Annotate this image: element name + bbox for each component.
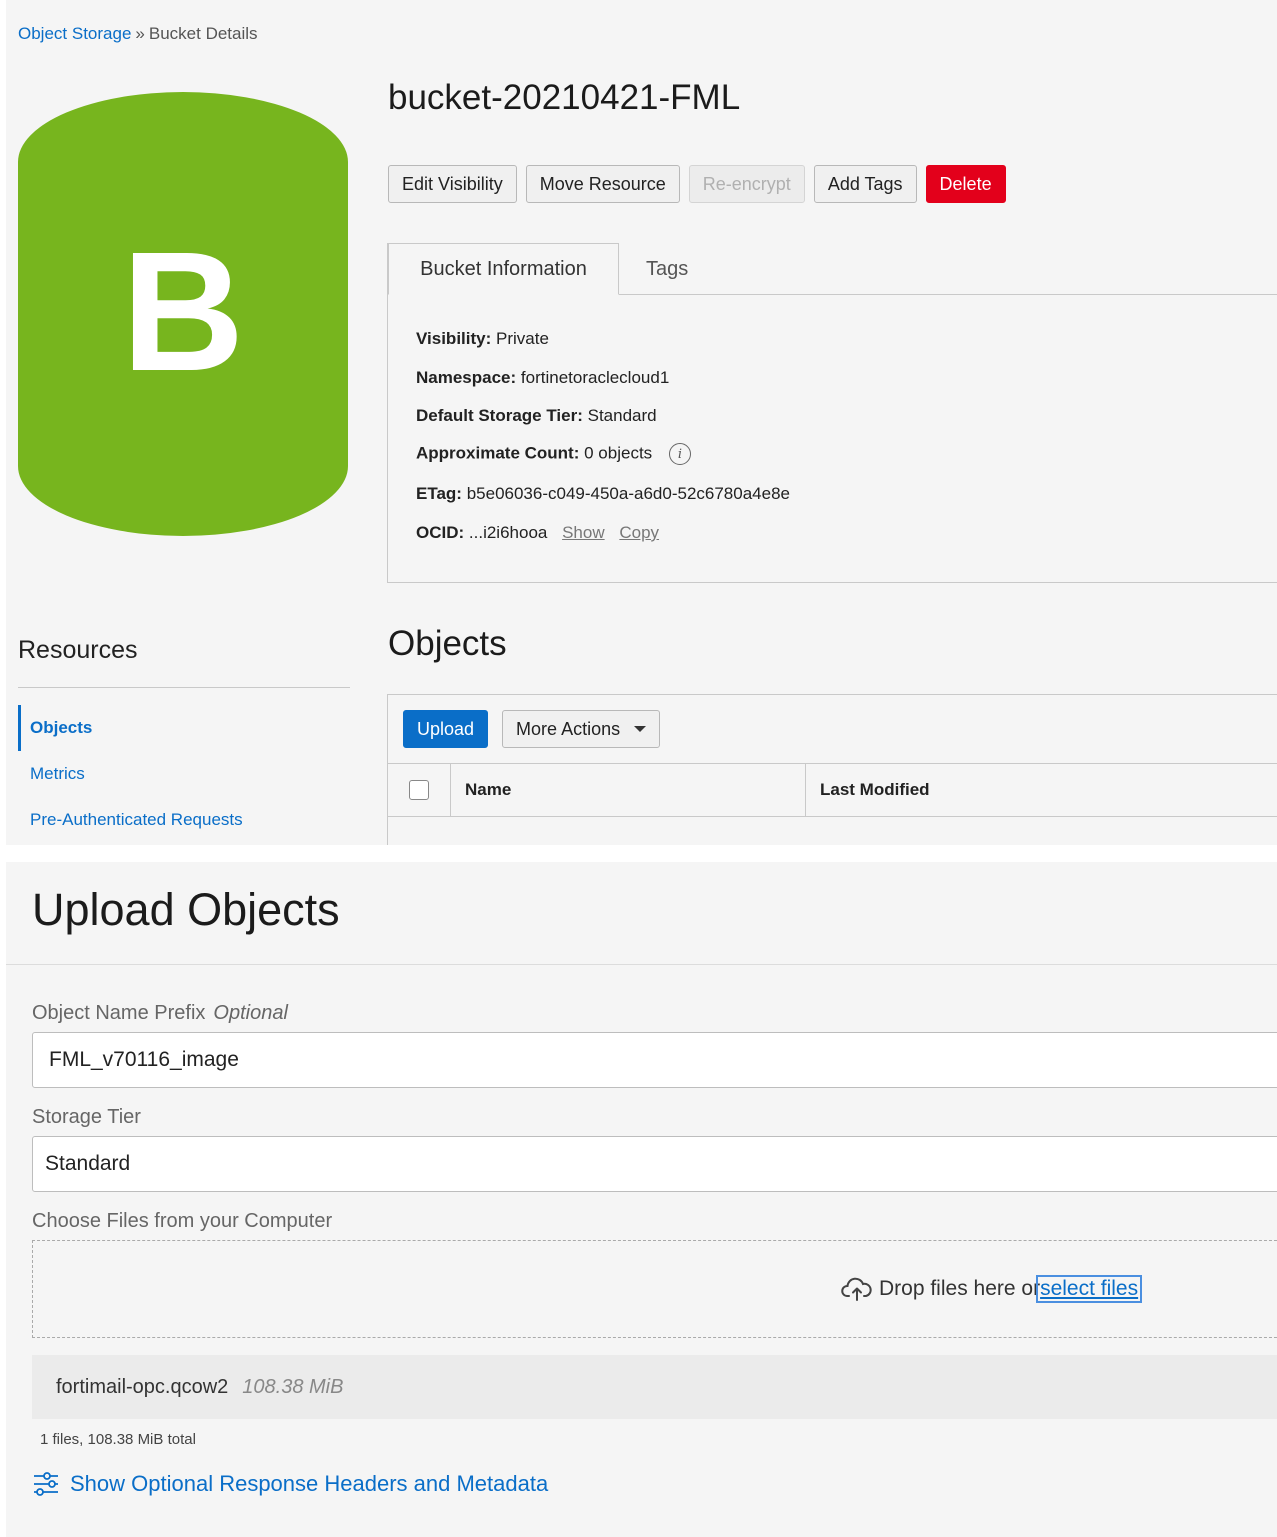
objects-table-box: Upload More Actions Name Last Modified — [387, 694, 1277, 845]
show-optional-headers-link[interactable]: Show Optional Response Headers and Metad… — [32, 1470, 548, 1498]
objects-title: Objects — [388, 624, 507, 663]
page-title: bucket-20210421-FML — [388, 78, 741, 117]
breadcrumb-object-storage-link[interactable]: Object Storage — [18, 24, 131, 43]
storage-tier-label: Default Storage Tier: — [416, 406, 583, 425]
breadcrumb-separator: » — [135, 24, 145, 43]
prefix-optional-text: Optional — [213, 1002, 288, 1024]
resources-item-pre-authenticated-requests[interactable]: Pre-Authenticated Requests — [18, 797, 350, 843]
etag-label: ETag: — [416, 484, 462, 503]
resources-item-objects[interactable]: Objects — [18, 705, 350, 751]
approximate-count-value: 0 objects — [584, 443, 653, 463]
etag-value: b5e06036-c049-450a-a6d0-52c6780a4e8e — [466, 484, 790, 503]
drop-zone-content: Drop files here or select files — [841, 1275, 1143, 1303]
resources-title: Resources — [18, 636, 138, 664]
breadcrumb-current: Bucket Details — [148, 24, 258, 43]
etag-row: ETag: b5e06036-c049-450a-a6d0-52c6780a4e… — [416, 484, 790, 504]
storage-tier-selected-value: Standard — [45, 1152, 131, 1175]
show-optional-headers-label: Show Optional Response Headers and Metad… — [70, 1471, 549, 1496]
ocid-show-link[interactable]: Show — [562, 523, 605, 542]
prefix-label-text: Object Name Prefix — [32, 1002, 206, 1024]
selected-file-row: fortimail-opc.qcow2 108.38 MiB — [32, 1355, 1277, 1419]
ocid-copy-link[interactable]: Copy — [619, 523, 659, 542]
namespace-value: fortinetoraclecloud1 — [520, 368, 670, 387]
storage-tier-row: Default Storage Tier: Standard — [416, 406, 657, 426]
namespace-row: Namespace: fortinetoraclecloud1 — [416, 368, 669, 388]
column-divider — [805, 764, 806, 816]
selected-file-name: fortimail-opc.qcow2 — [56, 1375, 229, 1398]
reencrypt-button: Re-encrypt — [688, 165, 805, 203]
column-header-last-modified[interactable]: Last Modified — [820, 780, 930, 800]
drop-files-text: Drop files here or — [879, 1277, 1041, 1300]
visibility-label: Visibility: — [416, 329, 492, 348]
add-tags-button[interactable]: Add Tags — [813, 165, 917, 203]
bucket-actions: Edit Visibility Move Resource Re-encrypt… — [388, 165, 1006, 203]
column-divider — [450, 764, 451, 816]
namespace-label: Namespace: — [416, 368, 517, 387]
select-all-checkbox[interactable] — [409, 780, 429, 800]
upload-button-label: Upload — [417, 718, 475, 739]
approximate-count-label: Approximate Count: — [416, 443, 580, 463]
choose-files-label: Choose Files from your Computer — [32, 1210, 333, 1232]
info-icon[interactable]: i — [668, 443, 691, 465]
visibility-row: Visibility: Private — [416, 329, 549, 349]
ocid-label: OCID: — [416, 523, 465, 542]
visibility-value: Private — [496, 329, 549, 348]
caret-down-icon — [634, 726, 647, 732]
tab-bucket-information[interactable]: Bucket Information — [388, 243, 619, 295]
selected-file-size: 108.38 MiB — [242, 1375, 344, 1398]
cloud-upload-icon — [841, 1277, 872, 1301]
column-header-name[interactable]: Name — [465, 780, 511, 800]
file-drop-zone[interactable]: Drop files here or select files — [32, 1240, 1277, 1338]
more-actions-button[interactable]: More Actions — [502, 710, 661, 748]
ocid-value: ...i2i6hooa — [468, 523, 548, 542]
select-files-link[interactable]: select files — [1036, 1275, 1143, 1303]
bucket-letter: B — [122, 217, 245, 407]
bucket-information-box: Bucket Information Tags Visibility: Priv… — [387, 243, 1277, 583]
breadcrumb: Object Storage» Bucket Details — [18, 24, 258, 44]
resources-nav: Objects Metrics Pre-Authenticated Reques… — [18, 705, 350, 843]
upload-title-divider — [6, 964, 1277, 965]
bucket-icon: B — [18, 92, 348, 536]
object-name-prefix-input[interactable] — [32, 1032, 1277, 1088]
objects-toolbar: Upload More Actions — [403, 710, 661, 748]
storage-tier-select[interactable]: Standard — [32, 1136, 1277, 1192]
ocid-row: OCID: ...i2i6hooa Show Copy — [416, 523, 659, 543]
storage-tier-value: Standard — [587, 406, 657, 425]
object-name-prefix-label: Object Name Prefix Optional — [32, 1002, 288, 1025]
tab-tags[interactable]: Tags — [646, 243, 688, 295]
more-actions-label: More Actions — [516, 718, 621, 739]
resources-divider — [18, 687, 350, 688]
approximate-count-row: Approximate Count: 0 objects i — [416, 443, 691, 465]
sliders-icon — [34, 1472, 58, 1496]
edit-visibility-button[interactable]: Edit Visibility — [388, 165, 517, 203]
move-resource-button[interactable]: Move Resource — [525, 165, 680, 203]
objects-table-header: Name Last Modified — [388, 763, 1277, 817]
upload-objects-title: Upload Objects — [32, 884, 340, 935]
delete-button[interactable]: Delete — [925, 165, 1006, 203]
resources-item-metrics[interactable]: Metrics — [18, 751, 350, 797]
storage-tier-label: Storage Tier — [32, 1106, 141, 1128]
files-summary: 1 files, 108.38 MiB total — [40, 1431, 196, 1448]
upload-button[interactable]: Upload — [403, 710, 489, 748]
